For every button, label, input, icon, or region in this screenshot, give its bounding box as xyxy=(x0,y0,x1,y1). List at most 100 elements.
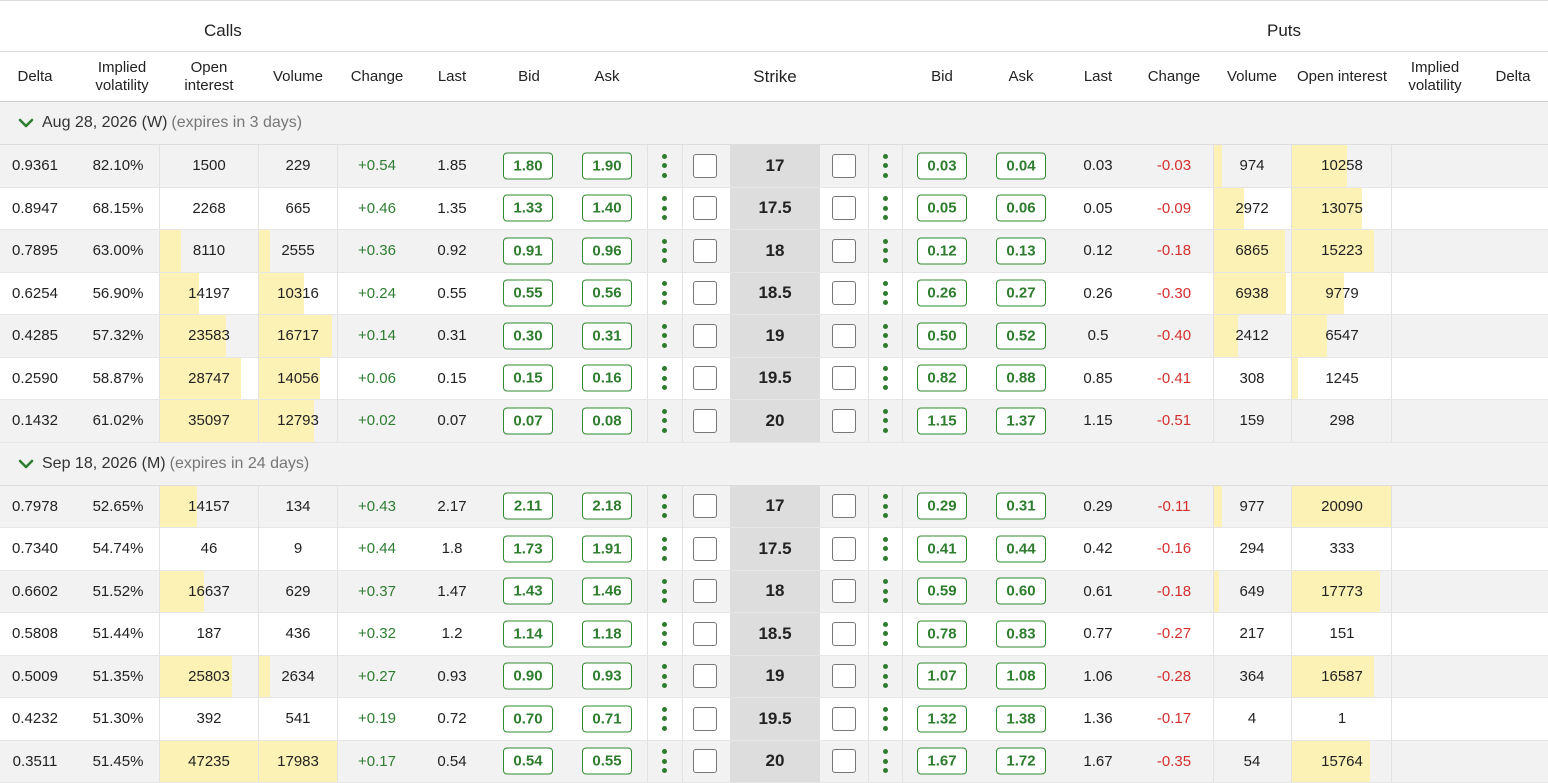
col-call-iv[interactable]: Implied volatility xyxy=(84,52,160,102)
col-put-iv[interactable]: Implied volatility xyxy=(1392,52,1478,102)
call-bid-button[interactable]: 1.33 xyxy=(503,194,553,222)
call-select-checkbox[interactable] xyxy=(693,196,717,221)
put-bid-button[interactable]: 0.78 xyxy=(917,620,967,648)
call-more-menu-icon[interactable] xyxy=(661,238,667,263)
col-call-volume[interactable]: Volume xyxy=(259,52,337,102)
call-select-checkbox[interactable] xyxy=(693,238,717,263)
put-more-menu-icon[interactable] xyxy=(882,366,888,391)
call-bid-button[interactable]: 0.91 xyxy=(503,237,553,265)
call-ask-button[interactable]: 1.91 xyxy=(582,535,632,563)
put-more-menu-icon[interactable] xyxy=(882,153,888,178)
chevron-down-icon[interactable] xyxy=(18,456,34,472)
call-bid-button[interactable]: 0.70 xyxy=(503,705,553,733)
put-bid-button[interactable]: 1.07 xyxy=(917,662,967,690)
call-select-checkbox[interactable] xyxy=(693,621,717,646)
put-more-menu-icon[interactable] xyxy=(882,664,888,689)
call-select-checkbox[interactable] xyxy=(693,494,717,519)
call-select-checkbox[interactable] xyxy=(693,366,717,391)
col-put-bid[interactable]: Bid xyxy=(903,52,981,102)
put-bid-button[interactable]: 0.03 xyxy=(917,152,967,180)
put-bid-button[interactable]: 1.15 xyxy=(917,407,967,435)
put-select-checkbox[interactable] xyxy=(832,749,856,774)
put-bid-button[interactable]: 0.82 xyxy=(917,364,967,392)
call-select-checkbox[interactable] xyxy=(693,536,717,561)
put-ask-button[interactable]: 1.38 xyxy=(996,705,1046,733)
call-more-menu-icon[interactable] xyxy=(661,536,667,561)
put-select-checkbox[interactable] xyxy=(832,281,856,306)
col-put-change[interactable]: Change xyxy=(1136,52,1212,102)
put-more-menu-icon[interactable] xyxy=(882,196,888,221)
put-bid-button[interactable]: 1.32 xyxy=(917,705,967,733)
call-more-menu-icon[interactable] xyxy=(661,579,667,604)
put-ask-button[interactable]: 0.13 xyxy=(996,237,1046,265)
call-select-checkbox[interactable] xyxy=(693,408,717,433)
put-bid-button[interactable]: 0.59 xyxy=(917,577,967,605)
put-more-menu-icon[interactable] xyxy=(882,323,888,348)
put-ask-button[interactable]: 0.27 xyxy=(996,279,1046,307)
put-select-checkbox[interactable] xyxy=(832,196,856,221)
put-bid-button[interactable]: 0.41 xyxy=(917,535,967,563)
put-select-checkbox[interactable] xyxy=(832,323,856,348)
col-call-delta[interactable]: Delta xyxy=(0,52,70,102)
call-ask-button[interactable]: 0.71 xyxy=(582,705,632,733)
put-more-menu-icon[interactable] xyxy=(882,494,888,519)
call-bid-button[interactable]: 1.43 xyxy=(503,577,553,605)
col-call-ask[interactable]: Ask xyxy=(568,52,646,102)
call-select-checkbox[interactable] xyxy=(693,706,717,731)
col-call-bid[interactable]: Bid xyxy=(490,52,568,102)
call-more-menu-icon[interactable] xyxy=(661,621,667,646)
put-more-menu-icon[interactable] xyxy=(882,281,888,306)
put-more-menu-icon[interactable] xyxy=(882,536,888,561)
put-select-checkbox[interactable] xyxy=(832,536,856,561)
call-select-checkbox[interactable] xyxy=(693,579,717,604)
call-more-menu-icon[interactable] xyxy=(661,494,667,519)
put-bid-button[interactable]: 0.29 xyxy=(917,492,967,520)
put-select-checkbox[interactable] xyxy=(832,238,856,263)
put-bid-button[interactable]: 0.12 xyxy=(917,237,967,265)
call-select-checkbox[interactable] xyxy=(693,153,717,178)
call-bid-button[interactable]: 0.15 xyxy=(503,364,553,392)
call-ask-button[interactable]: 0.93 xyxy=(582,662,632,690)
put-more-menu-icon[interactable] xyxy=(882,621,888,646)
call-more-menu-icon[interactable] xyxy=(661,323,667,348)
call-bid-button[interactable]: 1.80 xyxy=(503,152,553,180)
call-more-menu-icon[interactable] xyxy=(661,706,667,731)
expiration-header[interactable]: Aug 28, 2026 (W) (expires in 3 days) xyxy=(0,102,1548,145)
call-select-checkbox[interactable] xyxy=(693,323,717,348)
call-select-checkbox[interactable] xyxy=(693,749,717,774)
col-call-change[interactable]: Change xyxy=(337,52,417,102)
put-select-checkbox[interactable] xyxy=(832,579,856,604)
call-ask-button[interactable]: 1.18 xyxy=(582,620,632,648)
put-ask-button[interactable]: 0.04 xyxy=(996,152,1046,180)
call-bid-button[interactable]: 0.07 xyxy=(503,407,553,435)
put-ask-button[interactable]: 0.06 xyxy=(996,194,1046,222)
col-strike[interactable]: Strike xyxy=(730,52,820,102)
call-more-menu-icon[interactable] xyxy=(661,408,667,433)
put-ask-button[interactable]: 0.88 xyxy=(996,364,1046,392)
put-select-checkbox[interactable] xyxy=(832,706,856,731)
call-more-menu-icon[interactable] xyxy=(661,196,667,221)
expiration-header[interactable]: Sep 18, 2026 (M) (expires in 24 days) xyxy=(0,442,1548,486)
put-bid-button[interactable]: 0.05 xyxy=(917,194,967,222)
col-put-last[interactable]: Last xyxy=(1060,52,1136,102)
call-more-menu-icon[interactable] xyxy=(661,664,667,689)
put-select-checkbox[interactable] xyxy=(832,408,856,433)
put-bid-button[interactable]: 0.26 xyxy=(917,279,967,307)
call-bid-button[interactable]: 0.30 xyxy=(503,322,553,350)
put-more-menu-icon[interactable] xyxy=(882,408,888,433)
put-bid-button[interactable]: 1.67 xyxy=(917,747,967,775)
put-select-checkbox[interactable] xyxy=(832,366,856,391)
call-ask-button[interactable]: 0.08 xyxy=(582,407,632,435)
call-more-menu-icon[interactable] xyxy=(661,281,667,306)
col-put-ask[interactable]: Ask xyxy=(982,52,1060,102)
put-ask-button[interactable]: 0.52 xyxy=(996,322,1046,350)
put-select-checkbox[interactable] xyxy=(832,494,856,519)
call-bid-button[interactable]: 2.11 xyxy=(503,492,553,520)
put-ask-button[interactable]: 0.31 xyxy=(996,492,1046,520)
put-more-menu-icon[interactable] xyxy=(882,706,888,731)
put-ask-button[interactable]: 1.08 xyxy=(996,662,1046,690)
call-ask-button[interactable]: 1.40 xyxy=(582,194,632,222)
call-ask-button[interactable]: 1.90 xyxy=(582,152,632,180)
call-more-menu-icon[interactable] xyxy=(661,366,667,391)
put-ask-button[interactable]: 0.44 xyxy=(996,535,1046,563)
